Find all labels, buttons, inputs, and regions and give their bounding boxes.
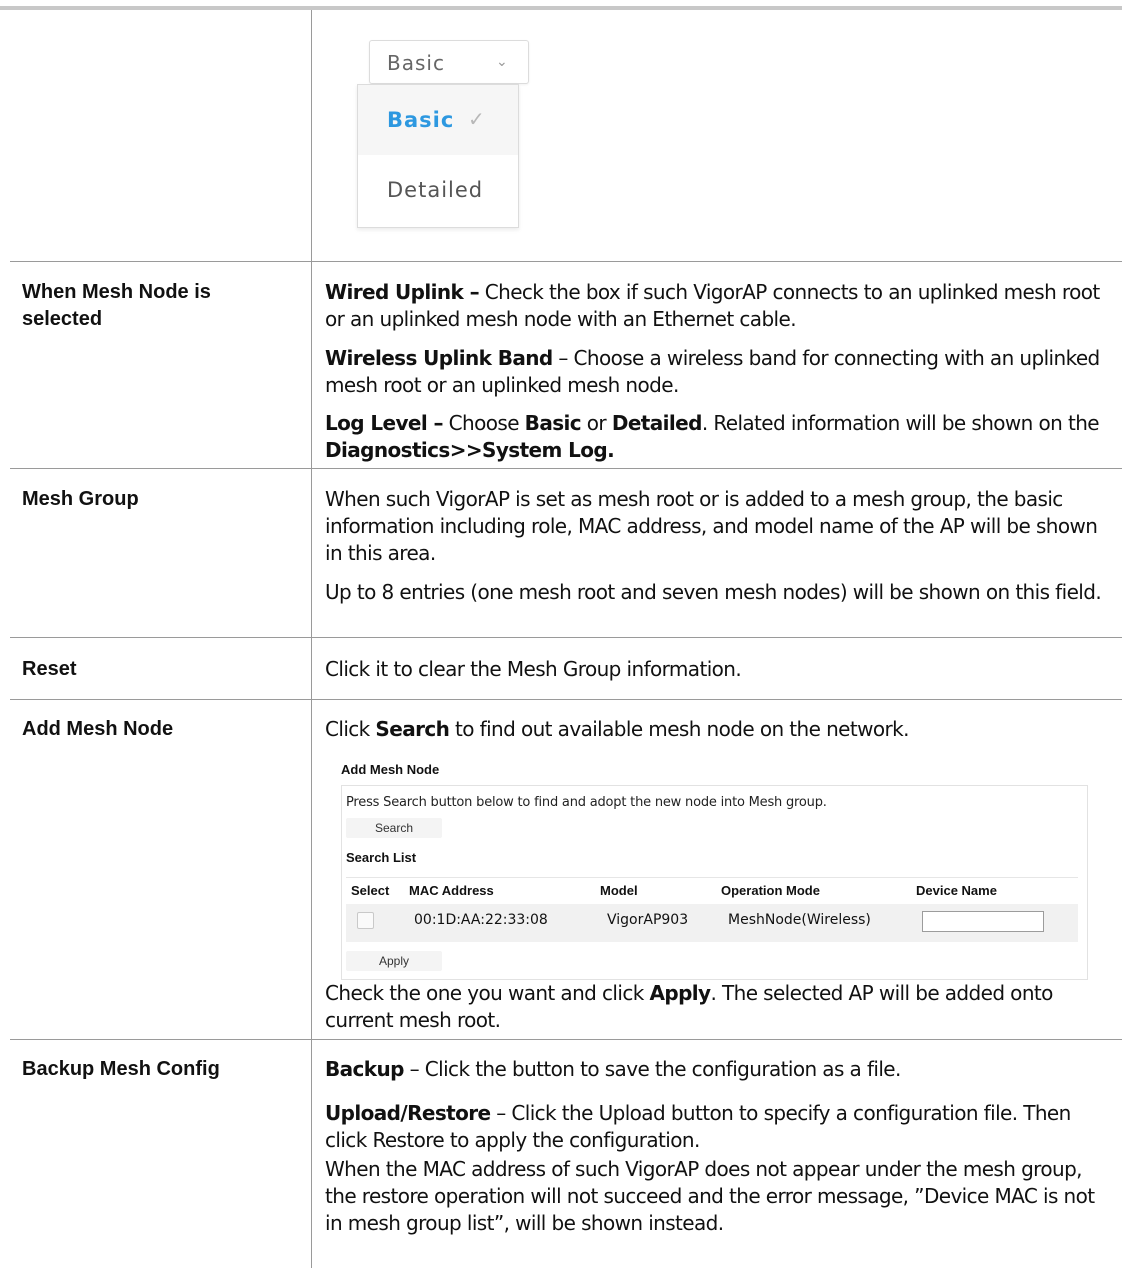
column-header-operation-mode: Operation Mode <box>721 883 820 898</box>
row-label-backup: Backup Mesh Config <box>22 1058 220 1080</box>
term: Detailed <box>611 411 703 435</box>
mac-address-cell: 00:1D:AA:22:33:08 <box>414 912 548 928</box>
add-mesh-node-intro: Click Search to find out available mesh … <box>325 716 1105 743</box>
search-list-title: Search List <box>346 850 417 865</box>
row-divider <box>10 1039 1122 1040</box>
table-top-border <box>0 6 1122 10</box>
term: Wired Uplink – <box>325 280 480 304</box>
panel-instruction: Press Search button below to find and ad… <box>346 795 827 810</box>
text: – Click the button to save the configura… <box>403 1057 902 1081</box>
add-mesh-node-outro: Check the one you want and click Apply. … <box>325 980 1105 1034</box>
dropdown-selected-value: Basic <box>387 51 445 75</box>
text: Choose <box>442 411 525 435</box>
text: . Related information will be shown on t… <box>701 411 1100 435</box>
column-divider <box>311 10 312 1268</box>
upload-restore-desc: Upload/Restore – Click the Upload button… <box>325 1100 1105 1154</box>
chevron-down-icon: ⌄ <box>496 54 508 70</box>
text: Check the one you want and click <box>325 981 650 1005</box>
row-label-mesh-node: When Mesh Node is selected <box>22 281 211 330</box>
model-cell: VigorAP903 <box>607 912 689 928</box>
backup-desc: Backup – Click the button to save the co… <box>325 1056 1105 1083</box>
term: Search <box>375 717 450 741</box>
row-divider <box>10 699 1122 700</box>
mesh-group-limit-desc: Up to 8 entries (one mesh root and seven… <box>325 580 1102 604</box>
reset-desc: Click it to clear the Mesh Group informa… <box>325 657 742 681</box>
row-divider <box>10 468 1122 469</box>
text: or <box>581 411 612 435</box>
term: Upload/Restore <box>325 1101 491 1125</box>
dropdown-option-label: Basic <box>387 108 455 132</box>
dropdown-option-basic[interactable]: Basic ✓ <box>358 85 518 155</box>
text: Click <box>325 717 376 741</box>
panel-title: Add Mesh Node <box>341 762 440 777</box>
check-icon: ✓ <box>468 107 485 131</box>
wired-uplink-desc: Wired Uplink – Check the box if such Vig… <box>325 279 1105 333</box>
log-level-desc: Log Level – Choose Basic or Detailed. Re… <box>325 410 1105 464</box>
wireless-band-desc: Wireless Uplink Band – Choose a wireless… <box>325 345 1105 399</box>
row-divider <box>10 637 1122 638</box>
search-button[interactable]: Search <box>346 818 442 838</box>
term: Backup <box>325 1057 404 1081</box>
term: Apply <box>649 981 711 1005</box>
apply-button[interactable]: Apply <box>346 951 442 971</box>
row-label-mesh-group: Mesh Group <box>22 488 139 510</box>
term: Basic <box>524 411 582 435</box>
row-label-add-mesh-node: Add Mesh Node <box>22 718 174 740</box>
term: Wireless Uplink Band <box>325 346 553 370</box>
term: Log Level – <box>325 411 444 435</box>
text: to find out available mesh node on the n… <box>449 717 909 741</box>
column-header-mac: MAC Address <box>409 883 494 898</box>
mac-restore-desc: When the MAC address of such VigorAP doe… <box>325 1157 1095 1235</box>
select-checkbox[interactable] <box>357 912 374 929</box>
column-header-model: Model <box>600 883 638 898</box>
device-name-input[interactable] <box>922 911 1044 932</box>
row-label-reset: Reset <box>22 658 77 680</box>
dropdown-option-detailed[interactable]: Detailed <box>387 178 483 202</box>
log-level-dropdown[interactable]: Basic ⌄ <box>369 40 529 84</box>
row-divider <box>10 261 1122 262</box>
divider <box>346 877 1078 878</box>
dropdown-menu: Basic ✓ Detailed <box>357 84 519 228</box>
column-header-select: Select <box>351 883 390 898</box>
mesh-group-desc: When such VigorAP is set as mesh root or… <box>325 487 1098 565</box>
menu-path: Diagnostics>>System Log. <box>325 438 615 462</box>
operation-mode-cell: MeshNode(Wireless) <box>728 912 871 928</box>
column-header-device-name: Device Name <box>916 883 997 898</box>
